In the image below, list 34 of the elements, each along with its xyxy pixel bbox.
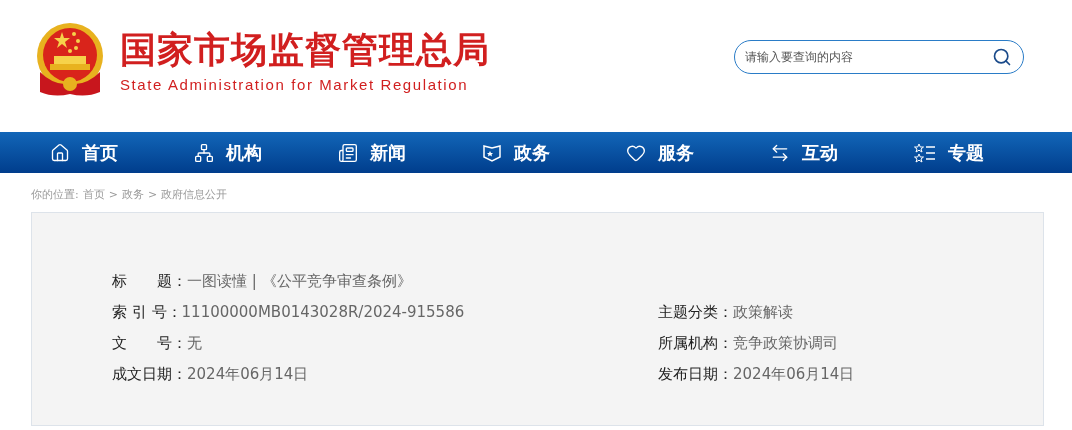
field-label: 主题分类： bbox=[658, 302, 733, 322]
star-list-icon bbox=[914, 142, 936, 163]
exchange-icon bbox=[770, 142, 790, 163]
field-label: 标 题： bbox=[112, 271, 187, 291]
field-value: 竞争政策协调司 bbox=[733, 333, 838, 353]
breadcrumb-separator: > bbox=[108, 188, 118, 201]
home-icon bbox=[50, 142, 70, 163]
search-field[interactable]: 请输入要查询的内容 bbox=[734, 40, 1024, 74]
breadcrumb-separator: > bbox=[147, 188, 158, 201]
field-label: 所属机构： bbox=[658, 333, 733, 353]
field-value: 2024年06月14日 bbox=[733, 364, 855, 384]
newspaper-icon bbox=[338, 142, 358, 163]
field-value: 无 bbox=[187, 333, 202, 353]
nav-item[interactable]: 专题 bbox=[914, 140, 1058, 165]
site-title: 国家市场监督管理总局 bbox=[120, 29, 490, 70]
hierarchy-icon bbox=[194, 142, 214, 163]
search-icon[interactable] bbox=[992, 47, 1012, 67]
nav-item[interactable]: 服务 bbox=[626, 140, 770, 165]
site-subtitle: State Administration for Market Regulation bbox=[120, 75, 470, 93]
field-label: 发布日期： bbox=[658, 364, 733, 384]
nav-item[interactable]: 新闻 bbox=[338, 140, 482, 165]
nav-item[interactable]: 互动 bbox=[770, 140, 914, 165]
nav-item[interactable]: 首页 bbox=[50, 140, 194, 165]
field-label: 索 引 号： bbox=[112, 302, 182, 322]
field-label: 成文日期： bbox=[112, 364, 187, 384]
field-label: 文 号： bbox=[112, 333, 187, 353]
field-value: 政策解读 bbox=[733, 302, 793, 322]
nav-item[interactable]: 政务 bbox=[482, 140, 626, 165]
field-value: 11100000MB0143028R/2024-915586 bbox=[181, 302, 465, 322]
shield-star-icon bbox=[482, 142, 502, 163]
breadcrumb-prefix: 你的位置: bbox=[31, 187, 79, 202]
nav-item[interactable]: 机构 bbox=[194, 140, 338, 165]
field-value: 2024年06月14日 bbox=[187, 364, 309, 384]
field-value: 一图读懂 | 《公平竞争审查条例》 bbox=[187, 271, 412, 291]
